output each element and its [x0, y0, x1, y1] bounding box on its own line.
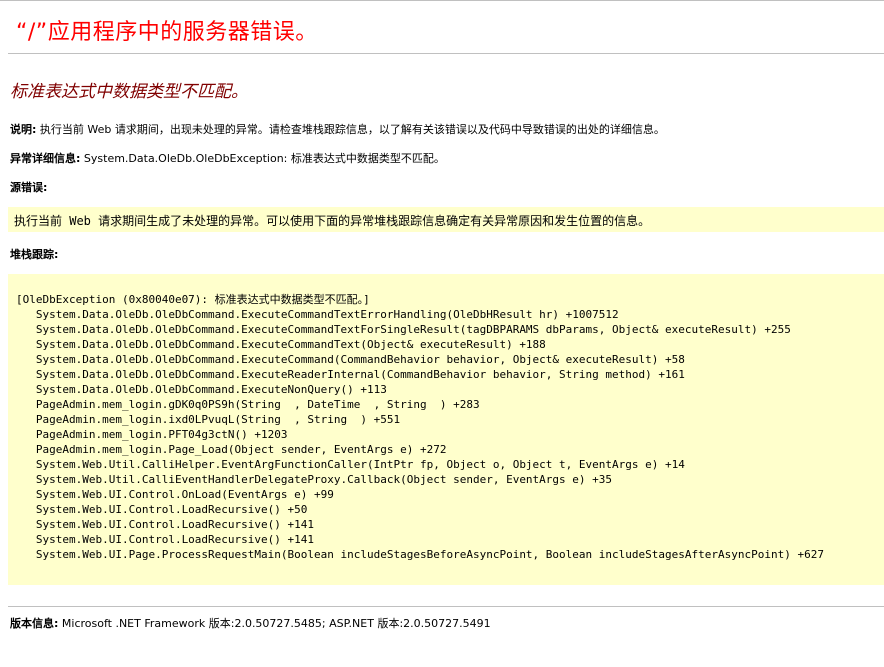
stack-trace-line: System.Web.UI.Control.OnLoad(EventArgs e… [16, 488, 334, 501]
source-error-text: 执行当前 Web 请求期间生成了未处理的异常。可以使用下面的异常堆栈跟踪信息确定… [14, 214, 651, 228]
title-divider [8, 53, 884, 54]
stack-trace-text: [OleDbException (0x80040e07): 标准表达式中数据类型… [16, 292, 824, 562]
version-info-label: 版本信息: [10, 617, 59, 630]
description-line: 说明: 执行当前 Web 请求期间，出现未处理的异常。请检查堆栈跟踪信息，以了解… [10, 121, 665, 137]
exception-details-line: 异常详细信息: System.Data.OleDb.OleDbException… [10, 150, 445, 166]
stack-trace-line: System.Web.UI.Page.ProcessRequestMain(Bo… [16, 548, 824, 561]
stack-trace-line: System.Web.UI.Control.LoadRecursive() +1… [16, 533, 315, 546]
footer-divider [8, 606, 884, 607]
description-text: 执行当前 Web 请求期间，出现未处理的异常。请检查堆栈跟踪信息，以了解有关该错… [39, 123, 665, 136]
stack-trace-line: System.Data.OleDb.OleDbCommand.ExecuteNo… [16, 383, 387, 396]
source-error-label: 源错误: [10, 181, 48, 194]
stack-trace-line: PageAdmin.mem_login.Page_Load(Object sen… [16, 443, 447, 456]
stack-trace-line: System.Data.OleDb.OleDbCommand.ExecuteCo… [16, 323, 791, 336]
stack-trace-line: 堆栈跟踪: [10, 246, 58, 262]
stack-trace-line: System.Data.OleDb.OleDbCommand.ExecuteRe… [16, 368, 685, 381]
source-error-line: 源错误: [10, 179, 47, 195]
page-title: “/”应用程序中的服务器错误。 [16, 20, 318, 45]
stack-trace-line: System.Web.Util.CalliHelper.EventArgFunc… [16, 458, 685, 471]
stack-trace-line: System.Data.OleDb.OleDbCommand.ExecuteCo… [16, 308, 619, 321]
top-divider [0, 0, 884, 1]
version-info-line: 版本信息: Microsoft .NET Framework 版本:2.0.50… [10, 615, 491, 631]
stack-trace-label: 堆栈跟踪: [10, 248, 59, 261]
error-message-heading: 标准表达式中数据类型不匹配。 [10, 82, 248, 102]
stack-trace-line: System.Web.UI.Control.LoadRecursive() +5… [16, 503, 308, 516]
source-error-box: 执行当前 Web 请求期间生成了未处理的异常。可以使用下面的异常堆栈跟踪信息确定… [8, 207, 884, 232]
description-label: 说明: [10, 123, 37, 136]
stack-trace-line: [OleDbException (0x80040e07): 标准表达式中数据类型… [16, 293, 370, 306]
stack-trace-line: System.Data.OleDb.OleDbCommand.ExecuteCo… [16, 338, 546, 351]
stack-trace-line: PageAdmin.mem_login.gDK0q0PS9h(String , … [16, 398, 480, 411]
stack-trace-line: System.Web.UI.Control.LoadRecursive() +1… [16, 518, 315, 531]
stack-trace-line: PageAdmin.mem_login.ixd0LPvuqL(String , … [16, 413, 401, 426]
exception-details-label: 异常详细信息: [10, 152, 81, 165]
stack-trace-line: System.Web.Util.CalliEventHandlerDelegat… [16, 473, 613, 486]
stack-trace-line: System.Data.OleDb.OleDbCommand.ExecuteCo… [16, 353, 685, 366]
stack-trace-line: PageAdmin.mem_login.PFT04g3ctN() +1203 [16, 428, 288, 441]
version-info-text: Microsoft .NET Framework 版本:2.0.50727.54… [61, 617, 491, 630]
exception-details-text: System.Data.OleDb.OleDbException: 标准表达式中… [83, 152, 445, 165]
stack-trace-box: [OleDbException (0x80040e07): 标准表达式中数据类型… [8, 274, 884, 585]
